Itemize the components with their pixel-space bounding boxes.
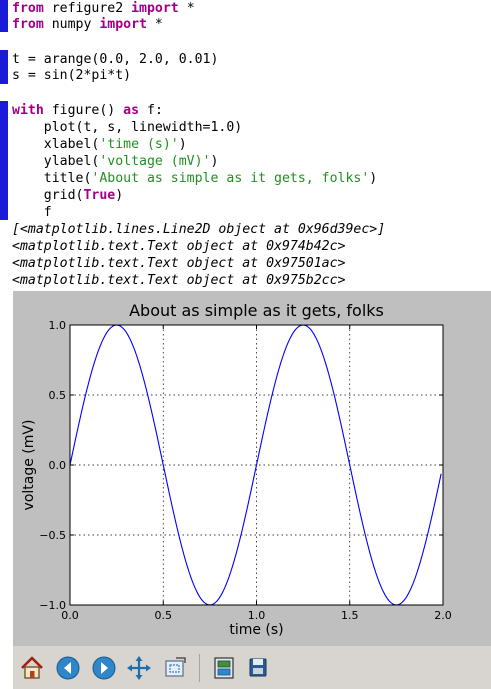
- code-line[interactable]: xlabel('time (s)'): [12, 136, 187, 153]
- back-button[interactable]: [55, 655, 81, 681]
- code-line[interactable]: f: [12, 204, 52, 221]
- x-tick-label: 2.0: [434, 609, 452, 622]
- pan-icon: [127, 656, 151, 680]
- x-tick-label: 1.0: [248, 609, 266, 622]
- toolbar-separator: [199, 654, 200, 682]
- pan-button[interactable]: [126, 655, 152, 681]
- save-icon: [249, 658, 267, 677]
- y-tick-label: −0.5: [39, 529, 66, 542]
- code-line[interactable]: grid(True): [12, 187, 123, 204]
- code-line[interactable]: from numpy import *: [12, 16, 163, 33]
- zoom-button[interactable]: [162, 655, 188, 681]
- output-line: [<matplotlib.lines.Line2D object at 0x96…: [12, 222, 386, 237]
- figure-canvas[interactable]: 0.0 0.5 1.0 1.5 2.0 1.0 0.5 0.0 −0.5 −1.0 About a…: [13, 291, 491, 646]
- home-icon: [21, 656, 43, 679]
- code-line[interactable]: title('About as simple as it gets, folks…: [12, 170, 378, 187]
- line-chart[interactable]: 0.0 0.5 1.0 1.5 2.01.00.50.0−0.5−1.0 About a…: [13, 291, 491, 646]
- code-line[interactable]: plot(t, s, linewidth=1.0): [12, 119, 243, 136]
- back-arrow-icon: [56, 656, 80, 680]
- code-line[interactable]: with figure() as f:: [12, 102, 163, 119]
- x-tick-label: 0.5: [155, 609, 173, 622]
- notebook-code-area[interactable]: from refigure2 import * from numpy impor…: [0, 0, 491, 290]
- code-line[interactable]: t = arange(0.0, 2.0, 0.01): [12, 51, 218, 68]
- y-axis-label: voltage (mV): [21, 420, 37, 511]
- chart-title: About as simple as it gets, folks: [129, 301, 384, 320]
- forward-arrow-icon: [92, 656, 116, 680]
- code-line[interactable]: ylabel('voltage (mV)'): [12, 153, 219, 170]
- y-tick-label: 0.0: [49, 459, 67, 472]
- y-tick-label: 1.0: [49, 319, 67, 332]
- output-line: <matplotlib.text.Text object at 0x974b42…: [12, 239, 346, 254]
- cell-marker: [0, 101, 8, 220]
- save-button[interactable]: [245, 655, 271, 681]
- subplots-icon: [214, 657, 234, 679]
- subplots-button[interactable]: [211, 655, 237, 681]
- plot-toolbar: [13, 646, 491, 689]
- output-line: <matplotlib.text.Text object at 0x97501a…: [12, 256, 346, 271]
- x-tick-label: 1.5: [341, 609, 359, 622]
- y-tick-label: −1.0: [39, 599, 66, 612]
- x-axis-label: time (s): [229, 622, 283, 638]
- output-line: <matplotlib.text.Text object at 0x975b2c…: [12, 273, 346, 288]
- y-tick-label: 0.5: [49, 389, 67, 402]
- code-line[interactable]: from refigure2 import *: [12, 0, 195, 17]
- zoom-rect-icon: [165, 657, 186, 677]
- forward-button[interactable]: [91, 655, 117, 681]
- cell-marker: [0, 0, 8, 32]
- home-button[interactable]: [19, 655, 45, 681]
- cell-marker: [0, 50, 8, 84]
- code-line[interactable]: s = sin(2*pi*t): [12, 67, 131, 84]
